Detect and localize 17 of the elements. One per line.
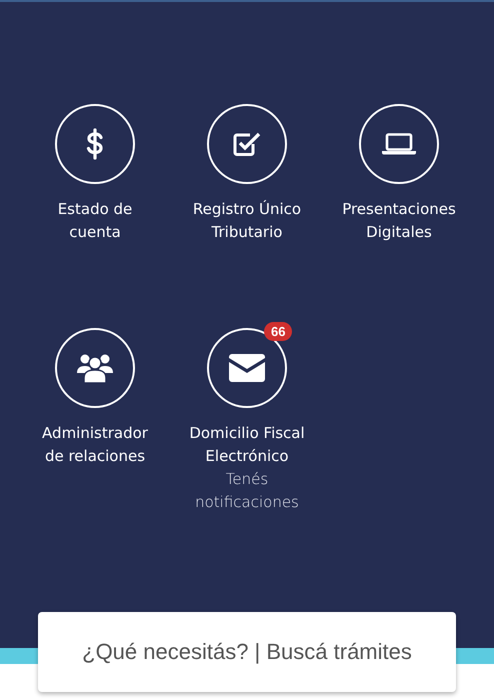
shortcut-label: Administrador de relaciones	[42, 423, 148, 467]
notification-badge: 66	[264, 322, 292, 341]
envelope-icon	[229, 354, 265, 382]
shortcut-label: Registro Único Tributario	[192, 199, 302, 243]
dollar-icon	[86, 128, 104, 160]
shortcut-label: Estado de cuenta	[58, 199, 132, 243]
shortcut-button[interactable]	[55, 328, 135, 408]
shortcut-label: Domicilio Fiscal Electrónico	[189, 423, 305, 467]
shortcut-button[interactable]	[207, 104, 287, 184]
notification-text: Tenés notificaciones	[195, 469, 299, 513]
shortcut-button[interactable]	[55, 104, 135, 184]
shortcut-label: Presentaciones Digitales	[342, 199, 456, 243]
people-icon	[77, 353, 113, 383]
checkbox-icon	[233, 131, 261, 157]
laptop-icon	[382, 133, 416, 155]
shortcut-button[interactable]	[359, 104, 439, 184]
search-field[interactable]: ¿Qué necesitás? | Buscá trámites	[38, 612, 456, 692]
